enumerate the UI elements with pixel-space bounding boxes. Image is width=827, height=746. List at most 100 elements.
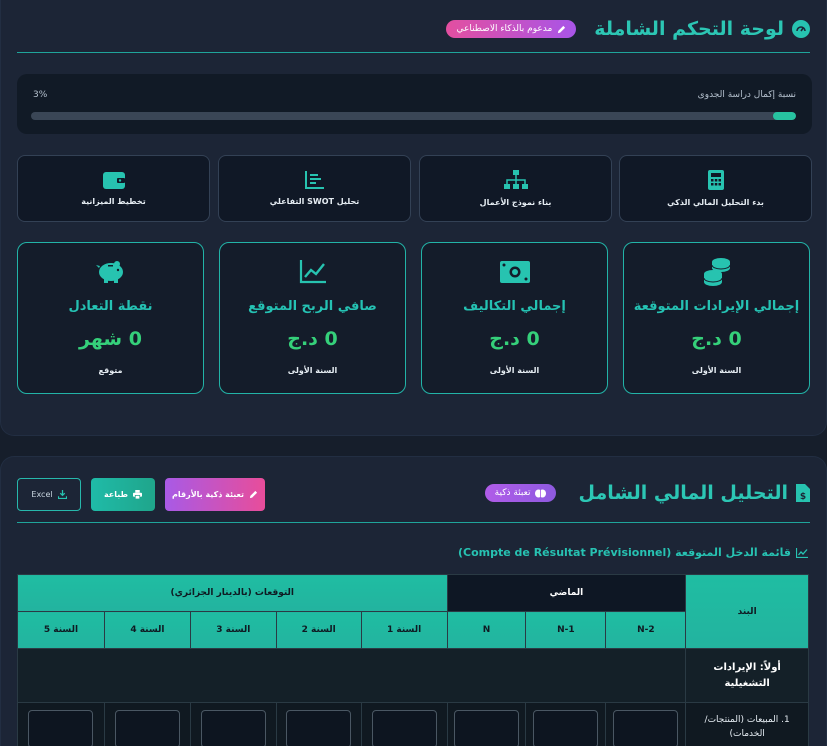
value-input[interactable]	[200, 710, 266, 746]
forecast-col-header: السنة 4	[103, 611, 191, 649]
stat-value: 0 د.ج	[489, 328, 540, 350]
forecast-col-header: السنة 3	[189, 611, 277, 649]
progress-fill	[773, 112, 796, 120]
cell-n	[446, 702, 527, 746]
stat-card-costs: إجمالي التكاليف 0 د.ج السنة الأولى	[421, 242, 608, 394]
value-input[interactable]	[533, 710, 599, 746]
value-input[interactable]	[286, 710, 352, 746]
value-input[interactable]	[454, 710, 519, 746]
progress-card: نسبة إكمال دراسة الجدوى 3%	[17, 74, 812, 134]
dashboard-header: لوحة التحكم الشاملة مدعوم بالذكاء الاصطن…	[17, 14, 810, 44]
stat-value: 0 د.ج	[691, 328, 742, 350]
financial-divider	[17, 522, 810, 523]
header-divider	[17, 52, 810, 53]
cell-year-3	[189, 702, 277, 746]
smart-fill-badge-text: تعبئة ذكية	[494, 488, 531, 498]
smart-fill-numbers-label: تعبئة ذكية بالأرقام	[171, 490, 245, 499]
quick-action-label: بناء نموذج الأعمال	[479, 198, 552, 207]
value-input[interactable]	[371, 710, 437, 746]
line-chart-icon	[299, 260, 326, 284]
quick-action-label: تخطيط الميزانية	[81, 196, 146, 206]
cell-n-1	[525, 702, 607, 746]
stat-subtitle: السنة الأولى	[489, 366, 540, 375]
progress-percent: 3%	[33, 90, 48, 100]
chart-line-icon	[796, 547, 808, 558]
svg-text:$: $	[800, 492, 806, 502]
brain-icon	[535, 489, 547, 497]
stat-subtitle: متوقع	[98, 366, 123, 375]
past-header: الماضي	[446, 574, 687, 612]
list-chart-icon	[304, 171, 324, 189]
sitemap-icon	[503, 170, 528, 189]
stat-title: إجمالي الإيرادات المتوقعة	[633, 299, 800, 314]
section-label: أولاً: الإيرادات التشغيلية	[685, 648, 809, 703]
forecast-col-header: السنة 5	[17, 611, 105, 649]
pencil-icon	[249, 490, 258, 499]
value-input[interactable]	[28, 710, 94, 746]
quick-action-financial-analysis[interactable]: بدء التحليل المالي الذكي	[619, 155, 812, 222]
file-invoice-dollar-icon: $	[796, 484, 810, 502]
stat-card-net-profit: صافي الربح المتوقع 0 د.ج السنة الأولى	[219, 242, 406, 394]
section-row: أولاً: الإيرادات التشغيلية	[16, 648, 809, 703]
income-statement-table: البند الماضي التوقعات (بالدينار الجزائري…	[16, 574, 809, 746]
cell-year-5	[17, 702, 105, 746]
row-label: 1. المبيعات (المنتجات/الخدمات)	[685, 702, 809, 746]
past-col-header: N	[446, 611, 527, 649]
wallet-icon	[102, 171, 125, 189]
excel-button[interactable]: Excel	[17, 478, 81, 511]
quick-action-label: تحليل SWOT التفاعلي	[269, 197, 360, 206]
forecast-header: التوقعات (بالدينار الجزائري)	[17, 574, 448, 612]
forecast-col-header: السنة 1	[360, 611, 448, 649]
stat-title: صافي الربح المتوقع	[248, 299, 377, 314]
pencil-icon	[558, 25, 566, 33]
section-empty-cell	[16, 648, 687, 703]
print-label: طباعة	[103, 490, 129, 499]
table-row: 1. المبيعات (المنتجات/الخدمات)	[17, 702, 809, 746]
calculator-icon	[707, 170, 724, 190]
piggy-bank-icon	[95, 261, 123, 283]
financial-title-text: التحليل المالي الشامل	[578, 482, 788, 504]
item-header: البند	[685, 574, 809, 649]
stat-title: إجمالي التكاليف	[463, 299, 566, 314]
smart-fill-numbers-button[interactable]: تعبئة ذكية بالأرقام	[165, 478, 265, 511]
cell-year-2	[275, 702, 362, 746]
print-button[interactable]: طباعة	[91, 478, 155, 511]
coins-icon	[703, 258, 730, 286]
ai-badge-text: مدعوم بالذكاء الاصطناعي	[456, 24, 553, 34]
stat-value: 0 د.ج	[287, 328, 338, 350]
excel-label: Excel	[31, 490, 53, 499]
ai-badge: مدعوم بالذكاء الاصطناعي	[446, 20, 577, 38]
stat-subtitle: السنة الأولى	[691, 366, 742, 375]
financial-header: $ التحليل المالي الشامل تعبئة ذكية	[484, 482, 810, 504]
value-input[interactable]	[613, 710, 679, 746]
print-icon	[133, 490, 143, 499]
quick-action-label: بدء التحليل المالي الذكي	[667, 198, 764, 207]
quick-action-business-model[interactable]: بناء نموذج الأعمال	[419, 155, 612, 222]
stat-title: نقطة التعادل	[68, 299, 153, 314]
progress-track	[31, 112, 796, 120]
value-input[interactable]	[114, 710, 180, 746]
cell-year-4	[103, 702, 191, 746]
stat-card-break-even: نقطة التعادل 0 شهر متوقع	[17, 242, 204, 394]
dashboard-title: لوحة التحكم الشاملة	[594, 18, 810, 40]
dashboard-title-text: لوحة التحكم الشاملة	[594, 18, 784, 40]
stat-value: 0 شهر	[79, 328, 142, 350]
dashboard-panel: لوحة التحكم الشاملة مدعوم بالذكاء الاصطن…	[0, 0, 827, 436]
money-bill-icon	[499, 261, 530, 283]
stat-card-revenue: إجمالي الإيرادات المتوقعة 0 د.ج السنة ال…	[623, 242, 810, 394]
income-statement-title-text: قائمة الدخل المتوقعة (Compte de Résultat…	[458, 546, 791, 559]
income-statement-title: قائمة الدخل المتوقعة (Compte de Résultat…	[458, 546, 808, 559]
past-col-header: N-1	[525, 611, 607, 649]
stat-subtitle: السنة الأولى	[287, 366, 338, 375]
cell-n-2	[605, 702, 687, 746]
financial-title: $ التحليل المالي الشامل	[578, 482, 810, 504]
smart-fill-badge[interactable]: تعبئة ذكية	[484, 484, 557, 502]
quick-action-budget[interactable]: تخطيط الميزانية	[17, 155, 210, 222]
gauge-icon	[792, 20, 810, 38]
cell-year-1	[360, 702, 448, 746]
financial-analysis-panel: $ التحليل المالي الشامل تعبئة ذكية تعبئة…	[0, 456, 827, 746]
past-col-header: N-2	[605, 611, 687, 649]
quick-action-swot[interactable]: تحليل SWOT التفاعلي	[218, 155, 411, 222]
forecast-col-header: السنة 2	[275, 611, 362, 649]
progress-label: نسبة إكمال دراسة الجدوى	[697, 90, 796, 100]
